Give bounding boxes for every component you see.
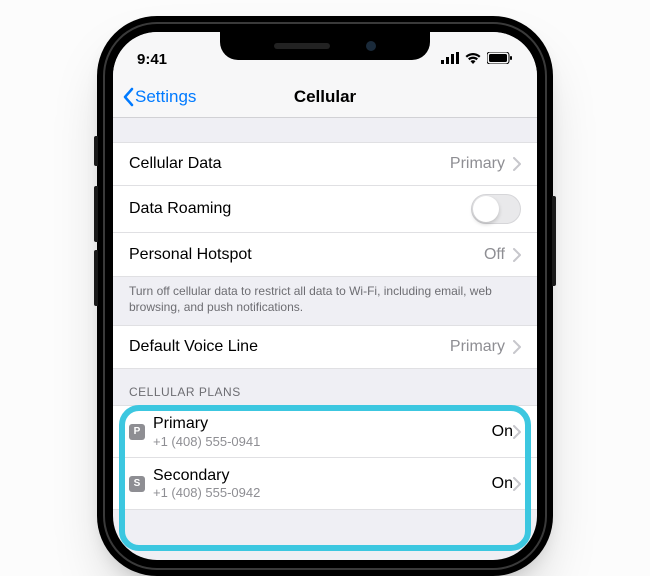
chevron-right-icon	[513, 425, 521, 439]
settings-content: Cellular Data Primary Data Roaming Perso…	[113, 118, 537, 510]
default-voice-label: Default Voice Line	[129, 338, 450, 356]
personal-hotspot-row[interactable]: Personal Hotspot Off	[113, 233, 537, 277]
personal-hotspot-value: Off	[484, 246, 505, 264]
phone-screen: 9:41 Settings Cellular	[113, 32, 537, 560]
power-button	[552, 196, 556, 286]
page-title: Cellular	[294, 87, 356, 107]
navbar: Settings Cellular	[113, 76, 537, 118]
cellular-signal-icon	[441, 51, 459, 68]
plan-badge-icon: P	[129, 424, 145, 440]
wifi-icon	[465, 51, 481, 68]
plan-status: On	[492, 475, 513, 493]
chevron-right-icon	[513, 248, 521, 262]
speaker-grille	[274, 43, 330, 49]
cellular-plan-primary-row[interactable]: P Primary +1 (408) 555-0941 On	[113, 405, 537, 458]
personal-hotspot-label: Personal Hotspot	[129, 246, 484, 264]
cellular-data-label: Cellular Data	[129, 155, 450, 173]
data-roaming-row: Data Roaming	[113, 186, 537, 233]
front-camera	[366, 41, 376, 51]
cellular-data-row[interactable]: Cellular Data Primary	[113, 142, 537, 186]
chevron-left-icon	[121, 87, 135, 107]
cellular-plan-secondary-row[interactable]: S Secondary +1 (408) 555-0942 On	[113, 458, 537, 510]
back-button[interactable]: Settings	[121, 87, 196, 107]
phone-frame: 9:41 Settings Cellular	[97, 16, 553, 576]
plan-badge-icon: S	[129, 476, 145, 492]
plan-number: +1 (408) 555-0941	[153, 434, 492, 450]
data-roaming-toggle[interactable]	[471, 194, 521, 224]
mute-switch	[94, 136, 98, 166]
notch	[220, 32, 430, 60]
plan-name: Secondary	[153, 466, 492, 485]
cellular-data-note: Turn off cellular data to restrict all d…	[113, 277, 537, 325]
battery-icon	[487, 51, 513, 68]
status-time: 9:41	[137, 51, 167, 68]
plan-number: +1 (408) 555-0942	[153, 485, 492, 501]
cellular-data-value: Primary	[450, 155, 505, 173]
volume-up-button	[94, 186, 98, 242]
default-voice-line-row[interactable]: Default Voice Line Primary	[113, 325, 537, 369]
cellular-plans-header: CELLULAR PLANS	[113, 369, 537, 405]
plan-name: Primary	[153, 414, 492, 433]
data-roaming-label: Data Roaming	[129, 200, 471, 218]
back-label: Settings	[135, 87, 196, 107]
volume-down-button	[94, 250, 98, 306]
chevron-right-icon	[513, 477, 521, 491]
default-voice-value: Primary	[450, 338, 505, 356]
plan-status: On	[492, 423, 513, 441]
chevron-right-icon	[513, 340, 521, 354]
chevron-right-icon	[513, 157, 521, 171]
